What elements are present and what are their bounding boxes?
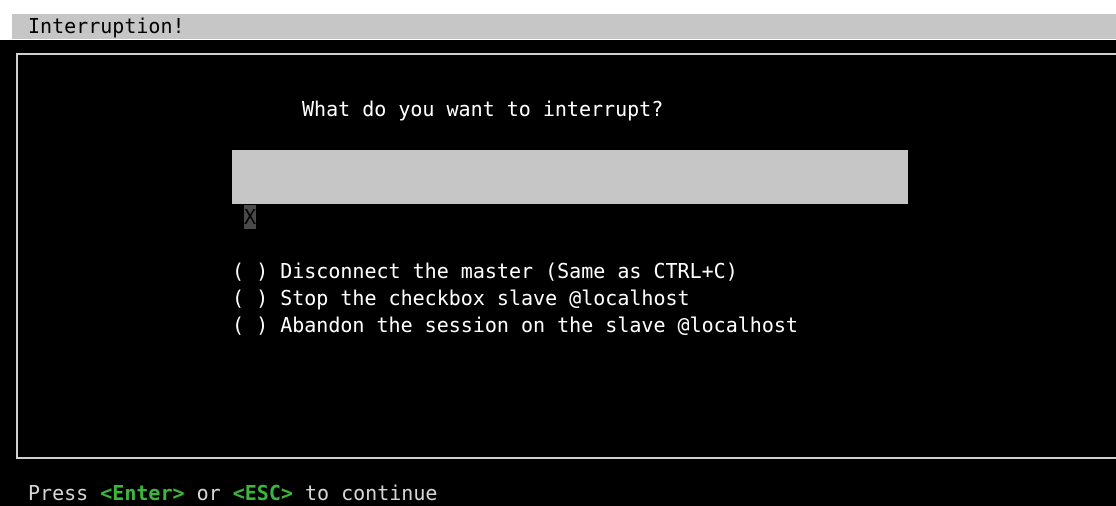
footer-hint: Press <Enter> or <ESC> to continue bbox=[28, 480, 437, 506]
dialog-title: Interruption! bbox=[28, 14, 185, 38]
esc-key-hint: <ESC> bbox=[232, 481, 293, 505]
option-label: Abandon the session on the slave @localh… bbox=[280, 313, 798, 337]
dialog-title-bar: Interruption! bbox=[12, 14, 1116, 39]
radio-mark bbox=[244, 313, 256, 337]
footer-prefix: Press bbox=[28, 481, 101, 505]
radio-button[interactable]: ( ) bbox=[232, 312, 280, 339]
footer-middle: or bbox=[184, 481, 233, 505]
question-text: What do you want to interrupt? bbox=[302, 97, 664, 121]
option-cancel-interruption[interactable]: (X) Cancel the interruption and resume t… bbox=[232, 150, 908, 310]
option-abandon-session[interactable]: ( ) Abandon the session on the slave @lo… bbox=[232, 258, 798, 366]
footer-suffix: to continue bbox=[292, 481, 438, 505]
enter-key-hint: <Enter> bbox=[100, 481, 185, 505]
